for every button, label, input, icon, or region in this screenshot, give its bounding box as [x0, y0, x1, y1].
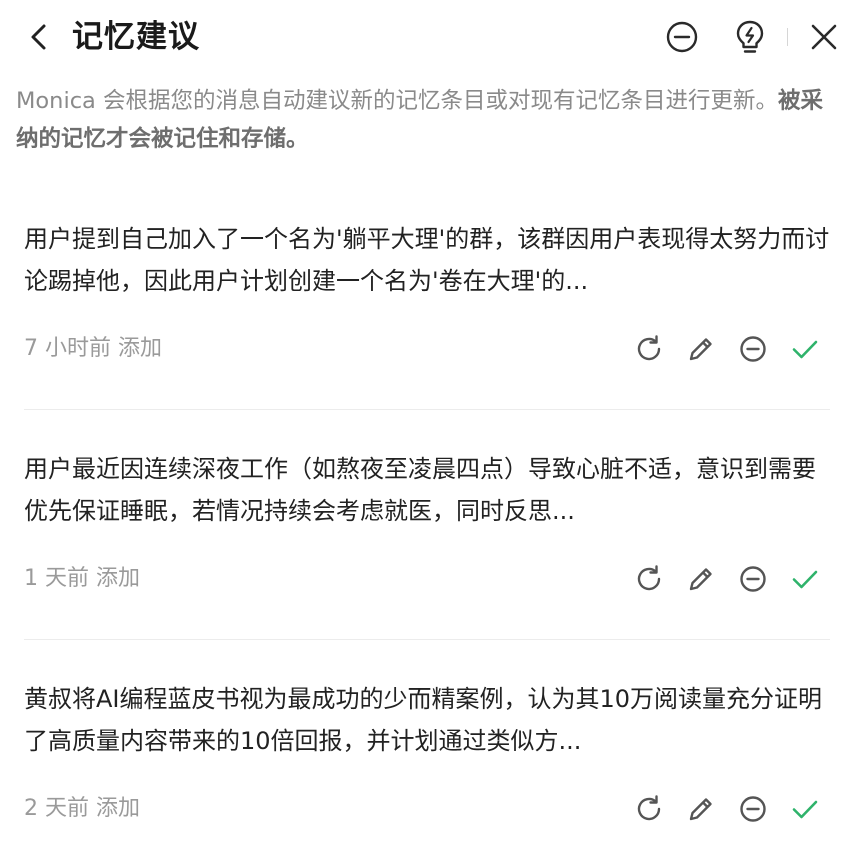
minus-circle-icon [666, 21, 698, 53]
description-text: Monica 会根据您的消息自动建议新的记忆条目或对现有记忆条目进行更新。被采纳… [16, 82, 844, 158]
card-divider [24, 639, 830, 640]
memory-actions [616, 330, 824, 368]
memory-text: 用户最近因连续深夜工作（如熬夜至凌晨四点）导致心脏不适，意识到需要优先保证睡眠，… [24, 455, 816, 525]
edit-button[interactable] [682, 560, 720, 598]
close-button[interactable] [805, 18, 843, 56]
back-button[interactable] [22, 20, 56, 54]
page-title: 记忆建议 [72, 19, 200, 55]
accept-button[interactable] [786, 330, 824, 368]
header-divider [787, 28, 788, 46]
edit-button[interactable] [682, 330, 720, 368]
memory-lightbulb-button[interactable] [731, 18, 769, 56]
pencil-icon [689, 568, 712, 591]
refresh-icon [637, 795, 661, 821]
reject-button[interactable] [734, 330, 772, 368]
memory-card: 黄叔将AI编程蓝皮书视为最成功的少而精案例，认为其10万阅读量充分证明了高质量内… [24, 678, 830, 846]
memory-actions [616, 790, 824, 828]
check-icon [792, 340, 818, 359]
regenerate-button[interactable] [630, 790, 668, 828]
memory-text: 用户提到自己加入了一个名为'躺平大理'的群，该群因用户表现得太努力而讨论踢掉他，… [24, 225, 830, 295]
memory-suggestions-panel: 记忆建议 Monica 会根据您的消息自动建议新的记忆条目或对现有记忆条目进行更… [0, 0, 858, 846]
check-icon [792, 800, 818, 819]
minus-circle-icon [740, 796, 766, 822]
description-normal: Monica 会根据您的消息自动建议新的记忆条目或对现有记忆条目进行更新。 [16, 88, 779, 114]
accept-button[interactable] [786, 790, 824, 828]
minus-circle-button[interactable] [663, 18, 701, 56]
reject-button[interactable] [734, 790, 772, 828]
minus-circle-icon [740, 336, 766, 362]
close-icon [811, 24, 837, 50]
edit-button[interactable] [682, 790, 720, 828]
memory-card: 用户最近因连续深夜工作（如熬夜至凌晨四点）导致心脏不适，意识到需要优先保证睡眠，… [24, 448, 830, 640]
refresh-icon [637, 335, 661, 361]
check-icon [792, 570, 818, 589]
refresh-icon [637, 565, 661, 591]
reject-button[interactable] [734, 560, 772, 598]
memory-text: 黄叔将AI编程蓝皮书视为最成功的少而精案例，认为其10万阅读量充分证明了高质量内… [24, 685, 823, 755]
minus-circle-icon [740, 566, 766, 592]
pencil-icon [689, 798, 712, 821]
memory-timestamp: 1 天前 添加 [24, 566, 140, 591]
memory-card: 用户提到自己加入了一个名为'躺平大理'的群，该群因用户表现得太努力而讨论踢掉他，… [24, 218, 830, 410]
pencil-icon [689, 338, 712, 361]
accept-button[interactable] [786, 560, 824, 598]
memory-timestamp: 7 小时前 添加 [24, 336, 162, 361]
chevron-left-icon [31, 24, 46, 50]
regenerate-button[interactable] [630, 330, 668, 368]
regenerate-button[interactable] [630, 560, 668, 598]
memory-actions [616, 560, 824, 598]
memory-timestamp: 2 天前 添加 [24, 796, 140, 821]
panel-header: 记忆建议 [0, 0, 858, 76]
card-divider [24, 409, 830, 410]
lightbulb-bolt-icon [736, 20, 764, 53]
